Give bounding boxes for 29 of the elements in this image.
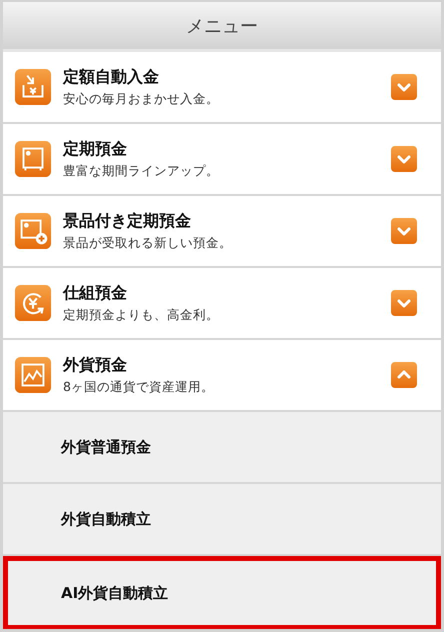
item-description: 8ヶ国の通貨で資産運用。: [63, 378, 215, 396]
menu-item[interactable]: 仕組預金 定期預金よりも、高金利。: [3, 268, 441, 338]
safe-plus-icon: [14, 212, 52, 250]
item-description: 定期預金よりも、高金利。: [63, 306, 220, 324]
item-title: 定期預金: [63, 138, 128, 160]
yen-cycle-icon: [14, 284, 52, 322]
safe-icon: [14, 140, 52, 178]
menu-item[interactable]: 定額自動入金 安心の毎月おまかせ入金。: [3, 52, 441, 122]
item-description: 豊富な期間ラインアップ。: [63, 162, 220, 180]
yen-deposit-icon: [14, 68, 52, 106]
item-title: 定額自動入金: [63, 66, 160, 88]
item-title: 外貨預金: [63, 354, 128, 376]
item-title: 仕組預金: [63, 282, 128, 304]
item-description: 景品が受取れる新しい預金。: [63, 234, 233, 252]
collapse-button[interactable]: [391, 362, 417, 388]
menu-title: メニュー: [186, 14, 258, 38]
menu-item[interactable]: 外貨預金 8ヶ国の通貨で資産運用。: [3, 340, 441, 410]
line-chart-icon: [14, 356, 52, 394]
expand-button[interactable]: [391, 290, 417, 316]
menu-item[interactable]: 景品付き定期預金 景品が受取れる新しい預金。: [3, 196, 441, 266]
submenu-item[interactable]: 外貨自動積立: [3, 484, 441, 554]
expand-button[interactable]: [391, 146, 417, 172]
submenu-item[interactable]: 外貨普通預金: [3, 412, 441, 482]
submenu-item[interactable]: AI外貨自動積立: [3, 556, 441, 629]
expand-button[interactable]: [391, 74, 417, 100]
expand-button[interactable]: [391, 218, 417, 244]
menu-item[interactable]: 定期預金 豊富な期間ラインアップ。: [3, 124, 441, 194]
item-description: 安心の毎月おまかせ入金。: [63, 90, 220, 108]
item-title: 景品付き定期預金: [63, 210, 192, 232]
